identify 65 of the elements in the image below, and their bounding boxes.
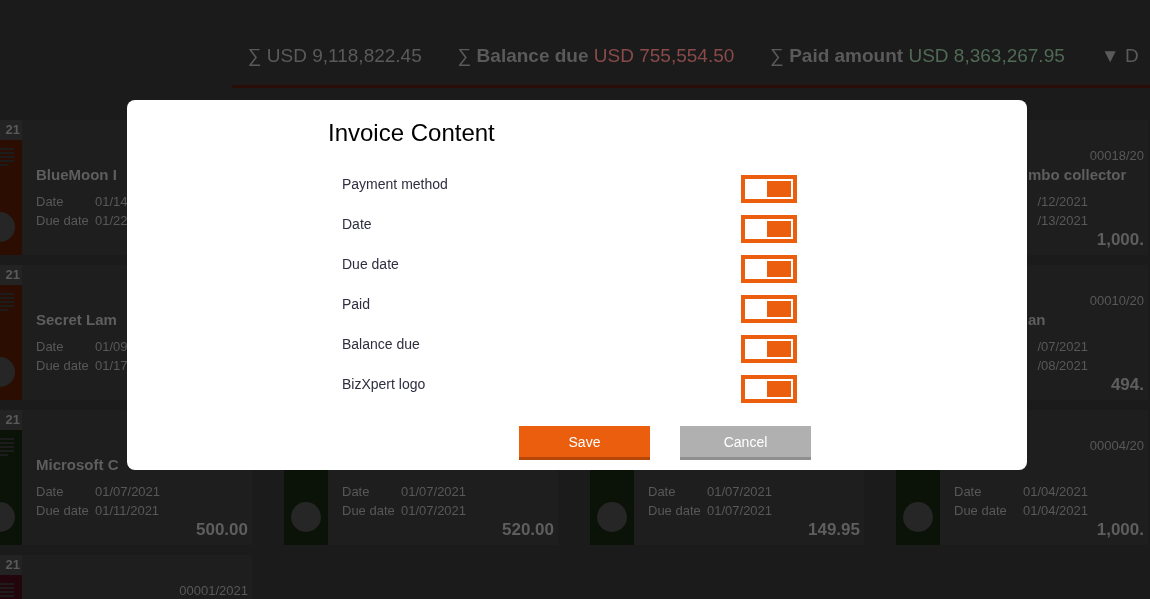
invoice-number: 00010/20: [1089, 293, 1144, 308]
option-label: BizXpert logo: [342, 376, 426, 392]
toggle-switch[interactable]: [741, 215, 797, 243]
circle-icon: [903, 502, 933, 532]
due-date-label: Due date: [36, 358, 89, 373]
invoice-amount: 494.: [1110, 375, 1144, 394]
total-summary: ∑ Balance due USD 755,554.50: [457, 44, 735, 68]
date-value: 01/07/2021: [707, 484, 773, 499]
option-label: Paid: [342, 296, 371, 312]
invoice-amount: 500.00: [196, 520, 248, 539]
invoice-number: 00004/20: [1089, 438, 1144, 453]
date-label: Date: [954, 484, 982, 499]
date-value: 01/07/2021: [95, 484, 161, 499]
due-date-label: Due date: [36, 503, 89, 518]
sort-dropdown[interactable]: ▼ D: [1100, 44, 1139, 85]
toggle-switch[interactable]: [741, 255, 797, 283]
date-label: Date: [36, 339, 64, 354]
due-date-value: /08/2021: [1037, 358, 1088, 373]
invoice-amount: 1,000.: [1096, 520, 1144, 539]
toggle-switch[interactable]: [741, 175, 797, 203]
option-label: Payment method: [342, 176, 448, 192]
date-value: 01/14: [95, 194, 128, 209]
date-value: 01/04/2021: [1022, 484, 1088, 499]
date-value: /07/2021: [1037, 339, 1088, 354]
customer-name: mbo collector: [1028, 166, 1127, 183]
customer-name: an: [1028, 311, 1046, 328]
date-label: Date: [342, 484, 370, 499]
date-label: Date: [36, 484, 64, 499]
customer-name: Microsoft C: [36, 456, 119, 473]
circle-icon: [597, 502, 627, 532]
due-date-value: 01/22: [95, 213, 128, 228]
due-date-label: Due date: [36, 213, 89, 228]
due-date-value: 01/11/2021: [95, 503, 160, 518]
save-button[interactable]: Save: [519, 426, 650, 460]
date-label: Date: [648, 484, 676, 499]
invoice-amount: 520.00: [502, 520, 554, 539]
due-date-value: /13/2021: [1037, 213, 1088, 228]
due-date-label: Due date: [648, 503, 701, 518]
date-value: 01/07/2021: [401, 484, 467, 499]
cancel-button[interactable]: Cancel: [680, 426, 811, 460]
date-label: Date: [36, 194, 64, 209]
date-value: 01/09: [95, 339, 128, 354]
due-date-label: Due date: [342, 503, 395, 518]
total-summary: ∑ USD 9,118,822.45: [248, 44, 422, 68]
customer-name: BlueMoon I: [36, 166, 117, 183]
due-date-label: Due date: [954, 503, 1007, 518]
invoice-amount: 1,000.: [1096, 230, 1144, 249]
toggle-switch[interactable]: [741, 295, 797, 323]
customer-name: Secret Lam: [36, 311, 117, 328]
date-value: /12/2021: [1037, 194, 1088, 209]
invoice-amount: 149.95: [808, 520, 860, 539]
toggle-switch[interactable]: [741, 375, 797, 403]
total-summary: ∑ Paid amount USD 8,363,267.95: [770, 44, 1065, 68]
invoice-number: 00018/20: [1089, 148, 1144, 163]
toggle-switch[interactable]: [741, 335, 797, 363]
circle-icon: [291, 502, 321, 532]
option-label: Date: [342, 216, 372, 232]
due-date-value: 01/07/2021: [401, 503, 467, 518]
due-date-value: 01/07/2021: [707, 503, 773, 518]
due-date-value: 01/17: [95, 358, 128, 373]
invoice-number: 00001/2021: [179, 583, 248, 598]
dialog-title: Invoice Content: [328, 118, 496, 148]
option-label: Balance due: [342, 336, 420, 352]
due-date-value: 01/04/2021: [1022, 503, 1088, 518]
option-label: Due date: [342, 256, 399, 272]
